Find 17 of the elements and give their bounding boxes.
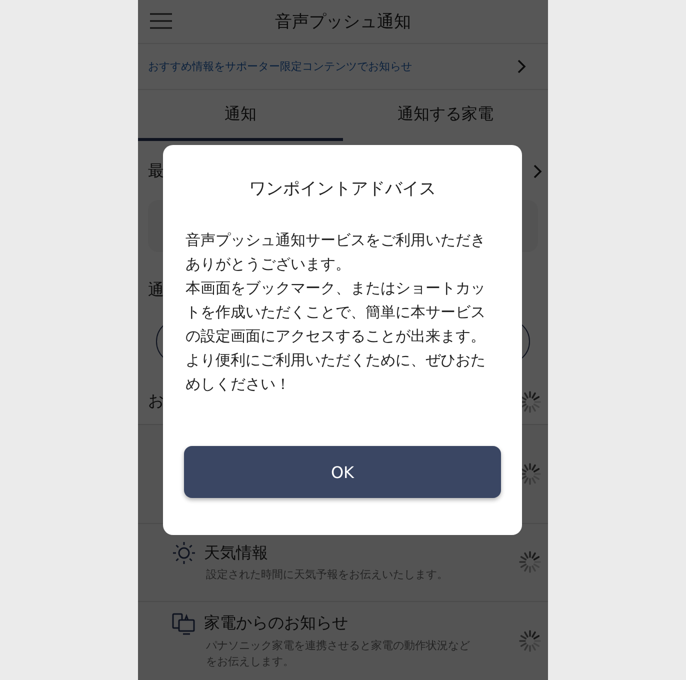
section-label: お bbox=[148, 391, 164, 412]
menu-icon[interactable] bbox=[150, 13, 172, 30]
section-label: 通 bbox=[148, 280, 164, 302]
notification-title: 天気情報 bbox=[204, 542, 268, 564]
sun-icon bbox=[172, 541, 196, 566]
dialog-title: ワンポイントアドバイス bbox=[249, 178, 436, 200]
dialog-text: 本画面をブックマーク、またはショートカットを作成いただくことで、簡単に本サービスの設定画面にアクセスすることが出来ます。 bbox=[186, 278, 486, 347]
appliance-icon bbox=[172, 612, 196, 636]
chevron-icon[interactable] bbox=[517, 59, 526, 74]
promo-link[interactable]: おすすめ情報をサポーター限定コンテンツでお知らせ bbox=[148, 59, 412, 74]
section-label: 最 bbox=[148, 160, 164, 182]
dialog-text: より便利にご利用いただくために、ぜひおためしください！ bbox=[186, 350, 486, 395]
dialog-text: 音声プッシュ通知サービスをご利用いただきありがとうございます。 bbox=[186, 230, 486, 275]
ok-button[interactable]: OK bbox=[184, 446, 501, 498]
page-title: 音声プッシュ通知 bbox=[275, 12, 411, 32]
chevron-icon[interactable] bbox=[533, 164, 542, 179]
notification-title: 家電からのお知らせ bbox=[204, 613, 348, 634]
